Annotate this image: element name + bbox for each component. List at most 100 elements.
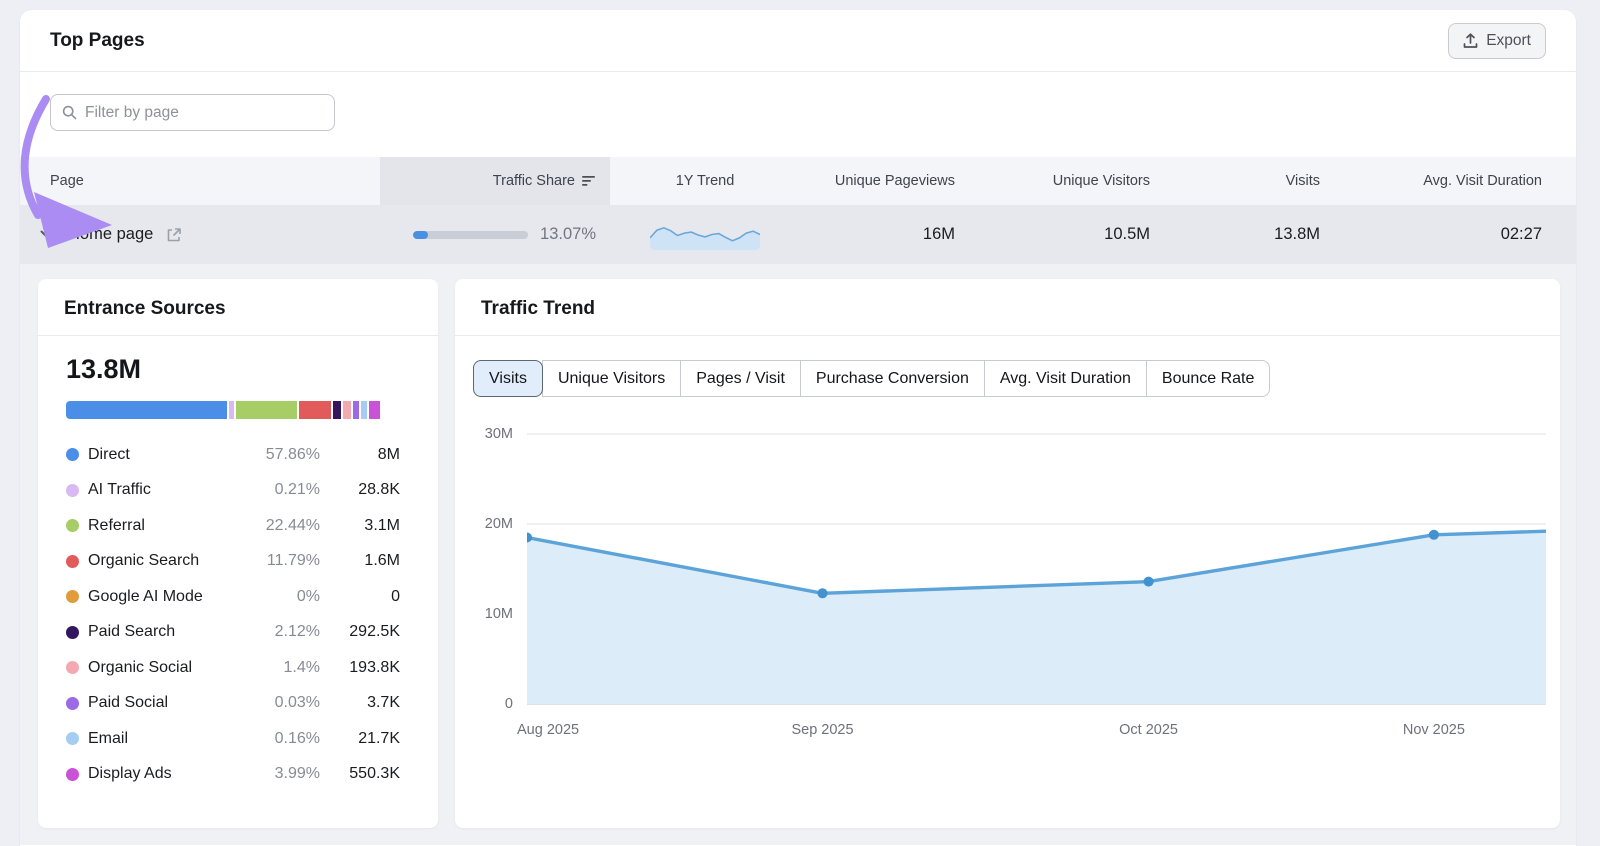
card-header: Top Pages Export <box>20 10 1576 72</box>
legend-percent: 57.86% <box>265 445 320 463</box>
legend-percent: 1.4% <box>283 658 320 676</box>
column-header-visits[interactable]: Visits <box>1150 173 1320 189</box>
legend-percent: 0.03% <box>274 694 320 712</box>
legend-label: Email <box>88 729 129 747</box>
upload-icon <box>1463 32 1478 48</box>
traffic-trend-chart: 0 10M 20M 30M Aug 2025 Sep 2025 Oct 2025 Nov 2… <box>473 424 1546 754</box>
visits-value: 13.8M <box>1274 225 1320 243</box>
legend-item-paid-search[interactable]: Paid Search 2.12% 292.5K <box>66 615 400 651</box>
x-tick-label: Nov 2025 <box>1402 722 1465 738</box>
traffic-share-bar <box>413 230 529 239</box>
y-tick-label: 30M <box>484 426 513 442</box>
bar-segment-paid-social <box>352 401 362 419</box>
column-header-avg-visit-duration[interactable]: Avg. Visit Duration <box>1320 173 1576 189</box>
legend-item-referral[interactable]: Referral 22.44% 3.1M <box>66 508 400 544</box>
sort-descending-icon <box>582 176 595 186</box>
external-link-icon[interactable] <box>166 227 182 243</box>
column-header-page[interactable]: Page <box>20 173 380 189</box>
chart-y-axis: 0 10M 20M 30M <box>473 424 513 714</box>
export-button[interactable]: Export <box>1448 22 1546 59</box>
legend-dot-icon <box>66 483 79 497</box>
traffic-trend-title: Traffic Trend <box>455 279 1560 336</box>
legend-value: 3.1M <box>364 516 400 534</box>
search-icon <box>62 105 77 120</box>
bar-segment-referral <box>235 401 300 419</box>
filter-input[interactable] <box>85 103 323 122</box>
expanded-row-detail: Entrance Sources 13.8M Direct 57.86% 8M AI … <box>20 264 1576 845</box>
tab-avg-visit-duration[interactable]: Avg. Visit Duration <box>983 360 1147 397</box>
legend-percent: 0.21% <box>274 481 320 499</box>
trend-cell <box>610 220 800 250</box>
column-header-unique-visitors[interactable]: Unique Visitors <box>955 173 1150 189</box>
entrance-sources-card: Entrance Sources 13.8M Direct 57.86% 8M AI … <box>38 279 438 828</box>
avg-visit-duration-value: 02:27 <box>1500 225 1542 243</box>
tab-bounce-rate[interactable]: Bounce Rate <box>1145 360 1271 397</box>
metric-tabs: Visits Unique Visitors Pages / Visit Purcha… <box>473 360 1271 397</box>
top-pages-card: Top Pages Export Page Traffic Share <box>20 10 1576 846</box>
legend-item-google-ai-mode[interactable]: Google AI Mode 0% 0 <box>66 579 400 615</box>
export-label: Export <box>1486 31 1531 49</box>
legend-item-display-ads[interactable]: Display Ads 3.99% 550.3K <box>66 757 400 793</box>
traffic-trend-card: Traffic Trend Visits Unique Visitors Pages… <box>455 279 1560 828</box>
bar-segment-organic-search <box>299 401 334 419</box>
column-header-unique-pageviews[interactable]: Unique Pageviews <box>800 173 955 189</box>
legend-label: Referral <box>88 516 145 534</box>
chevron-down-icon[interactable] <box>40 230 55 240</box>
y-tick-label: 0 <box>504 696 513 712</box>
legend-item-direct[interactable]: Direct 57.86% 8M <box>66 437 400 473</box>
tab-visits[interactable]: Visits <box>473 360 543 397</box>
entrance-sources-total: 13.8M <box>66 354 142 384</box>
filter-section <box>20 72 1576 157</box>
legend-percent: 2.12% <box>274 623 320 641</box>
traffic-share-value: 13.07% <box>540 225 596 243</box>
chart-x-axis: Aug 2025 Sep 2025 Oct 2025 Nov 2025 <box>517 722 1546 748</box>
legend-dot-icon <box>66 732 79 746</box>
legend-value: 28.8K <box>358 481 400 499</box>
page-title: Top Pages <box>50 29 145 51</box>
legend-dot-icon <box>66 554 79 568</box>
x-tick-label: Sep 2025 <box>791 722 854 738</box>
bar-segment-organic-social <box>342 401 353 419</box>
tab-purchase-conversion[interactable]: Purchase Conversion <box>799 360 985 397</box>
legend-item-organic-search[interactable]: Organic Search 11.79% 1.6M <box>66 544 400 580</box>
unique-visitors-value: 10.5M <box>1104 225 1150 243</box>
legend-percent: 3.99% <box>274 765 320 783</box>
legend-value: 292.5K <box>349 623 400 641</box>
legend-label: Google AI Mode <box>88 587 203 605</box>
legend-dot-icon <box>66 625 79 639</box>
table-header-row: Page Traffic Share 1Y Trend Unique Pagev… <box>20 157 1576 205</box>
table-row[interactable]: Home page 13.07% 16M 10.5M 13.8M 02:27 <box>20 205 1576 264</box>
legend-item-paid-social[interactable]: Paid Social 0.03% 3.7K <box>66 686 400 722</box>
legend-percent: 0% <box>296 587 320 605</box>
legend-dot-icon <box>66 448 79 462</box>
legend-percent: 0.16% <box>274 729 320 747</box>
filter-input-wrapper <box>50 94 335 131</box>
legend-percent: 11.79% <box>266 552 320 570</box>
legend-value: 21.7K <box>358 729 400 747</box>
page-name[interactable]: Home page <box>68 225 153 244</box>
bar-segment-ai-traffic <box>228 401 236 419</box>
legend-value: 1.6M <box>364 552 400 570</box>
legend-value: 8M <box>377 445 400 463</box>
tab-unique-visitors[interactable]: Unique Visitors <box>541 360 682 397</box>
column-header-traffic-share[interactable]: Traffic Share <box>380 157 610 205</box>
traffic-share-cell: 13.07% <box>380 225 610 244</box>
legend-value: 0 <box>391 587 400 605</box>
legend-percent: 22.44% <box>265 516 320 534</box>
legend-item-email[interactable]: Email 0.16% 21.7K <box>66 721 400 757</box>
legend-value: 193.8K <box>349 658 400 676</box>
column-header-1y-trend[interactable]: 1Y Trend <box>610 173 800 189</box>
legend-item-organic-social[interactable]: Organic Social 1.4% 193.8K <box>66 650 400 686</box>
legend-dot-icon <box>66 519 79 533</box>
legend-item-ai-traffic[interactable]: AI Traffic 0.21% 28.8K <box>66 473 400 509</box>
bar-segment-direct <box>66 401 229 419</box>
tab-pages-visit[interactable]: Pages / Visit <box>680 360 801 397</box>
legend-label: Paid Search <box>88 623 176 641</box>
entrance-sources-stacked-bar <box>66 401 400 419</box>
bar-segment-display-ads <box>368 401 380 419</box>
legend-label: Paid Social <box>88 694 169 712</box>
page-cell: Home page <box>20 225 380 244</box>
legend-label: Organic Social <box>88 658 193 676</box>
x-tick-label: Oct 2025 <box>1119 722 1178 738</box>
y-tick-label: 20M <box>484 516 513 532</box>
